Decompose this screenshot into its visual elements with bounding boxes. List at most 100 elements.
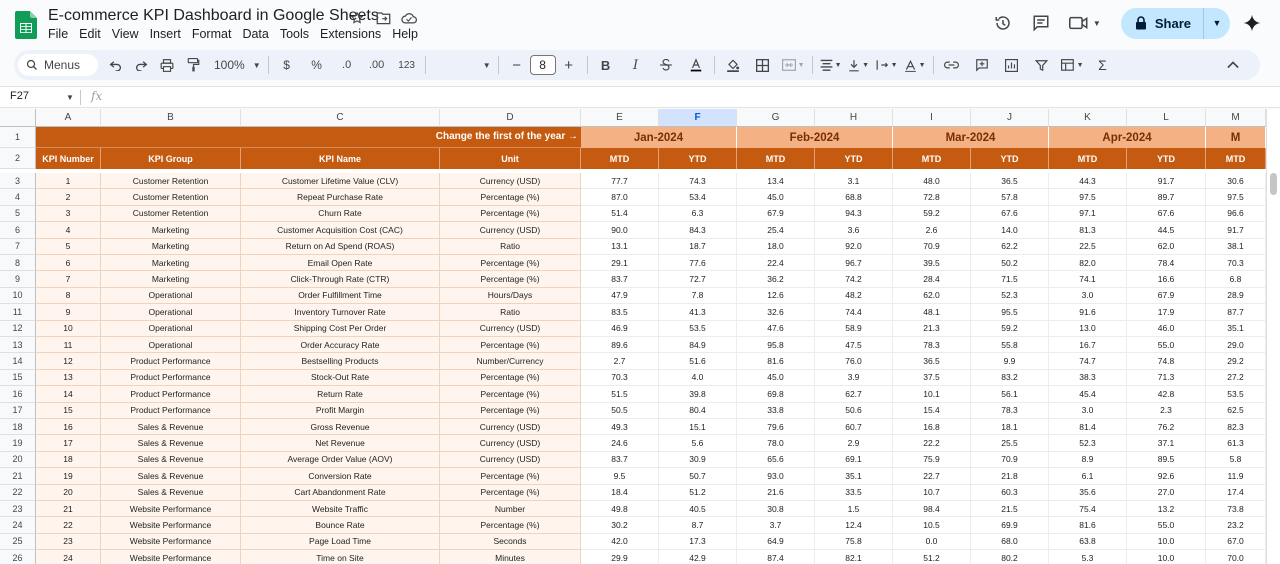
value-cell[interactable]: 18.4 [581, 484, 659, 501]
table-cell[interactable]: Conversion Rate [241, 468, 440, 485]
table-cell[interactable]: Number [440, 501, 581, 518]
table-cell[interactable]: Currency (USD) [440, 222, 581, 239]
column-header-i[interactable]: I [893, 109, 971, 127]
table-cell[interactable]: Percentage (%) [440, 271, 581, 288]
value-cell[interactable]: 51.4 [581, 205, 659, 223]
value-cell[interactable]: 82.1 [815, 550, 893, 564]
value-cell[interactable]: 48.1 [893, 304, 971, 321]
value-cell[interactable]: 6.3 [659, 205, 737, 223]
table-cell[interactable]: Percentage (%) [440, 337, 581, 354]
value-cell[interactable]: 69.1 [815, 451, 893, 469]
row-header-13[interactable]: 13 [0, 337, 36, 354]
value-cell[interactable]: 71.3 [1127, 369, 1206, 387]
value-cell[interactable]: 40.5 [659, 501, 737, 518]
comments-icon[interactable] [1025, 7, 1057, 39]
value-cell[interactable]: 36.2 [737, 271, 815, 288]
font-size-increase-icon[interactable]: + [558, 53, 580, 77]
value-cell[interactable]: 21.8 [971, 468, 1049, 485]
table-cell[interactable]: Product Performance [101, 369, 241, 387]
value-cell[interactable]: 87.0 [581, 189, 659, 206]
menu-edit[interactable]: Edit [79, 27, 108, 41]
row-header-21[interactable]: 21 [0, 468, 36, 485]
table-cell[interactable]: Website Performance [101, 517, 241, 534]
value-cell[interactable]: 91.6 [1049, 304, 1127, 321]
value-cell[interactable]: 74.7 [1049, 353, 1127, 370]
insert-comment-icon[interactable] [971, 53, 993, 77]
value-cell[interactable]: 24.6 [581, 435, 659, 452]
row-header-17[interactable]: 17 [0, 402, 36, 419]
value-cell[interactable]: 30.8 [737, 501, 815, 518]
value-cell[interactable]: 84.3 [659, 222, 737, 239]
value-cell[interactable]: 50.7 [659, 468, 737, 485]
value-cell[interactable]: 6.8 [1206, 271, 1266, 288]
value-cell[interactable]: 21.3 [893, 320, 971, 337]
fill-color-icon[interactable] [722, 53, 744, 77]
value-cell[interactable]: 52.3 [971, 287, 1049, 305]
value-cell[interactable]: 33.5 [815, 484, 893, 501]
table-cell[interactable]: Repeat Purchase Rate [241, 189, 440, 206]
value-cell[interactable]: 83.2 [971, 369, 1049, 387]
menu-help[interactable]: Help [392, 27, 425, 41]
value-cell[interactable]: 13.2 [1127, 501, 1206, 518]
table-cell[interactable]: Inventory Turnover Rate [241, 304, 440, 321]
value-cell[interactable]: 5.3 [1049, 550, 1127, 564]
text-color-icon[interactable] [685, 53, 707, 77]
row-header-16[interactable]: 16 [0, 386, 36, 403]
value-cell[interactable]: 38.1 [1206, 238, 1266, 255]
value-cell[interactable]: 2.9 [815, 435, 893, 452]
column-header-b[interactable]: B [101, 109, 241, 127]
value-cell[interactable]: 67.6 [1127, 205, 1206, 223]
table-cell[interactable]: Sales & Revenue [101, 484, 241, 501]
value-cell[interactable]: 91.7 [1206, 222, 1266, 239]
value-cell[interactable]: 89.7 [1127, 189, 1206, 206]
value-cell[interactable]: 51.6 [659, 353, 737, 370]
value-cell[interactable]: 75.8 [815, 533, 893, 551]
value-cell[interactable]: 53.5 [1206, 386, 1266, 403]
value-cell[interactable]: 51.2 [893, 550, 971, 564]
italic-button[interactable]: I [625, 53, 647, 77]
value-cell[interactable]: 81.3 [1049, 222, 1127, 239]
font-size-input[interactable]: 8 [529, 55, 556, 75]
value-cell[interactable]: 12.6 [737, 287, 815, 305]
value-cell[interactable]: 45.0 [737, 369, 815, 387]
table-cell[interactable]: 4 [36, 222, 101, 239]
value-cell[interactable]: 77.6 [659, 255, 737, 272]
menu-file[interactable]: File [48, 27, 75, 41]
value-cell[interactable]: 47.5 [815, 337, 893, 354]
value-cell[interactable]: 71.5 [971, 271, 1049, 288]
text-rotation-icon[interactable]: ▼ [904, 53, 926, 77]
value-cell[interactable]: 74.1 [1049, 271, 1127, 288]
value-cell[interactable]: 97.1 [1049, 205, 1127, 223]
value-cell[interactable]: 18.0 [737, 238, 815, 255]
table-cell[interactable]: Return Rate [241, 386, 440, 403]
value-cell[interactable]: 3.0 [1049, 402, 1127, 419]
table-cell[interactable]: 13 [36, 369, 101, 387]
table-cell[interactable]: Ratio [440, 238, 581, 255]
undo-icon[interactable] [104, 53, 126, 77]
value-cell[interactable]: 60.7 [815, 419, 893, 436]
value-cell[interactable]: 78.3 [893, 337, 971, 354]
table-cell[interactable]: Percentage (%) [440, 402, 581, 419]
value-cell[interactable]: 25.5 [971, 435, 1049, 452]
gemini-sparkle-icon[interactable] [1234, 7, 1270, 39]
value-cell[interactable]: 83.7 [581, 271, 659, 288]
value-cell[interactable]: 22.5 [1049, 238, 1127, 255]
format-percent-button[interactable]: % [306, 53, 328, 77]
table-cell[interactable]: Order Accuracy Rate [241, 337, 440, 354]
share-dropdown-chevron-icon[interactable]: ▼ [1204, 8, 1230, 39]
column-header-d[interactable]: D [440, 109, 581, 127]
value-cell[interactable]: 18.1 [971, 419, 1049, 436]
value-cell[interactable]: 27.0 [1127, 484, 1206, 501]
value-cell[interactable]: 22.4 [737, 255, 815, 272]
column-header-k[interactable]: K [1049, 109, 1127, 127]
value-cell[interactable]: 70.9 [893, 238, 971, 255]
row-header-5[interactable]: 5 [0, 205, 36, 223]
table-cell[interactable]: 9 [36, 304, 101, 321]
name-box[interactable]: F27 [10, 90, 29, 102]
value-cell[interactable]: 10.0 [1127, 550, 1206, 564]
table-cell[interactable]: Operational [101, 287, 241, 305]
insert-link-icon[interactable] [941, 53, 963, 77]
column-header-c[interactable]: C [241, 109, 440, 127]
value-cell[interactable]: 44.3 [1049, 173, 1127, 190]
row-header-11[interactable]: 11 [0, 304, 36, 321]
